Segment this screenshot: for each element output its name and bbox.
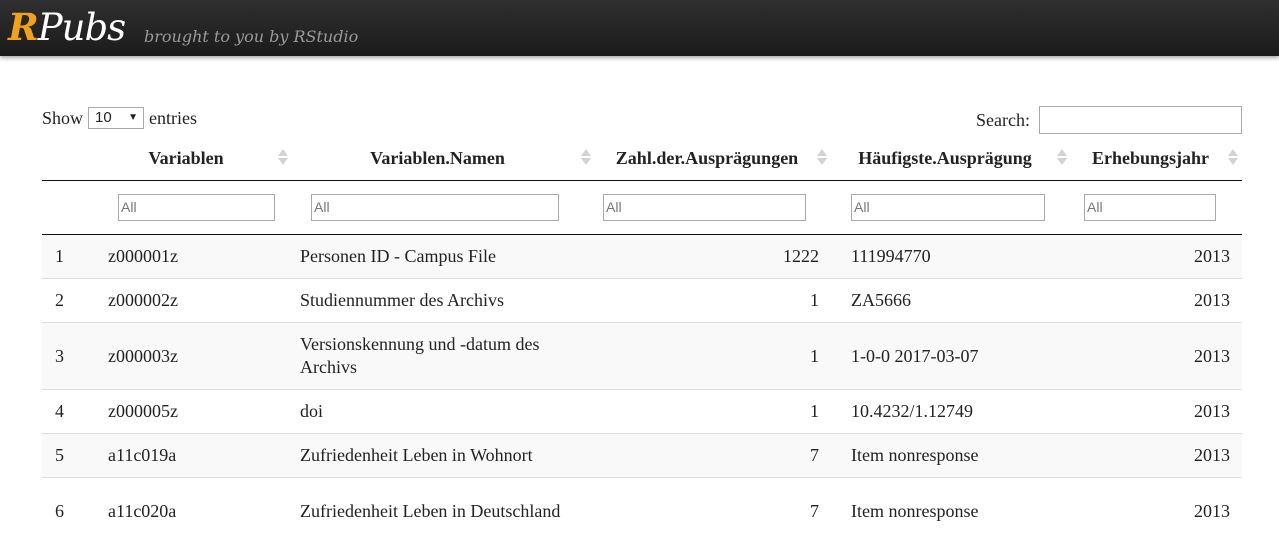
filter-cell: All [831, 180, 1071, 235]
length-control: Show 10 ▼ entries [42, 106, 197, 130]
column-header-label: Erhebungsjahr [1091, 147, 1210, 168]
cell-haeufigste: Item nonresponse [831, 477, 1071, 544]
cell-haeufigste: ZA5666 [831, 278, 1071, 323]
table-row[interactable]: 4 z000005z doi 1 10.4232/1.12749 2013 [42, 389, 1242, 434]
filter-row: All All All All All [42, 180, 1242, 235]
search-input[interactable] [1039, 106, 1242, 134]
column-header-label: Häufigste.Ausprägung [858, 147, 1032, 168]
top-navbar: RPubs brought to you by RStudio [0, 0, 1279, 56]
row-index: 4 [42, 389, 92, 434]
column-header-label: Variablen.Namen [370, 147, 505, 168]
filter-input-variablen-namen[interactable]: All [311, 194, 559, 221]
filter-cell: All [595, 180, 831, 235]
filter-input-variablen[interactable]: All [118, 194, 275, 221]
cell-variablen-namen: doi [292, 389, 595, 434]
sort-icon [817, 148, 827, 166]
cell-zahl: 1222 [595, 234, 831, 279]
table-row[interactable]: 2 z000002z Studiennummer des Archivs 1 Z… [42, 278, 1242, 323]
column-header-variablen[interactable]: Variablen [92, 136, 292, 181]
cell-zahl: 7 [595, 477, 831, 544]
column-header-index [42, 136, 92, 181]
cell-variablen: z000002z [92, 278, 292, 323]
cell-erhebungsjahr: 2013 [1071, 389, 1242, 434]
table-row[interactable]: 1 z000001z Personen ID - Campus File 122… [42, 234, 1242, 279]
cell-haeufigste: 111994770 [831, 234, 1071, 279]
cell-variablen: z000005z [92, 389, 292, 434]
column-header-variablen-namen[interactable]: Variablen.Namen [292, 136, 595, 181]
row-index: 5 [42, 433, 92, 478]
cell-variablen: a11c020a [92, 477, 292, 544]
chevron-down-icon: ▼ [128, 112, 139, 123]
entries-select-value: 10 [95, 109, 112, 126]
search-control: Search: [976, 106, 1242, 134]
logo-r: R [8, 5, 39, 49]
row-index: 6 [42, 477, 92, 544]
sort-icon [278, 148, 288, 166]
column-header-zahl-der-auspraegungen[interactable]: Zahl.der.Ausprägungen [595, 136, 831, 181]
column-header-haeufigste-auspraegung[interactable]: Häufigste.Ausprägung [831, 136, 1071, 181]
table-row[interactable]: 3 z000003z Versionskennung und -datum de… [42, 322, 1242, 390]
cell-variablen-namen: Studiennummer des Archivs [292, 278, 595, 323]
cell-erhebungsjahr: 2013 [1071, 234, 1242, 279]
filter-input-zahl[interactable]: All [603, 194, 806, 221]
cell-haeufigste: Item nonresponse [831, 433, 1071, 478]
filter-cell: All [92, 180, 292, 235]
search-label: Search: [976, 110, 1030, 130]
cell-haeufigste: 1-0-0 2017-03-07 [831, 322, 1071, 390]
logo-pubs: Pubs [37, 6, 126, 49]
column-header-label: Zahl.der.Ausprägungen [615, 147, 799, 168]
row-index: 3 [42, 322, 92, 390]
cell-variablen-namen: Zufriedenheit Leben in Wohnort [292, 433, 595, 478]
cell-haeufigste: 10.4232/1.12749 [831, 389, 1071, 434]
entries-select[interactable]: 10 ▼ [88, 107, 145, 129]
cell-variablen-namen: Versionskennung und -datum des Archivs [292, 322, 595, 390]
show-label: Show [42, 108, 84, 128]
cell-erhebungsjahr: 2013 [1071, 477, 1242, 544]
cell-variablen: z000003z [92, 322, 292, 390]
cell-variablen: z000001z [92, 234, 292, 279]
entries-label: entries [149, 108, 197, 128]
table-row[interactable]: 5 a11c019a Zufriedenheit Leben in Wohnor… [42, 433, 1242, 478]
sort-icon [581, 148, 591, 166]
cell-erhebungsjahr: 2013 [1071, 322, 1242, 390]
row-index: 2 [42, 278, 92, 323]
column-header-label: Variablen [148, 147, 224, 168]
table-row[interactable]: 6 a11c020a Zufriedenheit Leben in Deutsc… [42, 477, 1242, 544]
header-row: Variablen Variablen.Namen Zahl.der.Auspr… [42, 136, 1242, 181]
filter-cell-index [42, 180, 92, 235]
row-index: 1 [42, 234, 92, 279]
filter-input-erhebungsjahr[interactable]: All [1084, 194, 1216, 221]
cell-zahl: 7 [595, 433, 831, 478]
cell-variablen-namen: Personen ID - Campus File [292, 234, 595, 279]
cell-zahl: 1 [595, 322, 831, 390]
data-table: Variablen Variablen.Namen Zahl.der.Auspr… [42, 136, 1242, 544]
cell-erhebungsjahr: 2013 [1071, 278, 1242, 323]
cell-erhebungsjahr: 2013 [1071, 433, 1242, 478]
cell-zahl: 1 [595, 389, 831, 434]
sort-icon [1057, 148, 1067, 166]
tagline: brought to you by RStudio [144, 27, 359, 46]
filter-input-haeufigste[interactable]: All [851, 194, 1045, 221]
filter-cell: All [1071, 180, 1242, 235]
filter-cell: All [292, 180, 595, 235]
cell-variablen: a11c019a [92, 433, 292, 478]
cell-variablen-namen: Zufriedenheit Leben in Deutschland [292, 477, 595, 544]
sort-icon [1228, 148, 1238, 166]
cell-zahl: 1 [595, 278, 831, 323]
rpubs-logo[interactable]: RPubs [8, 5, 126, 50]
column-header-erhebungsjahr[interactable]: Erhebungsjahr [1071, 136, 1242, 181]
